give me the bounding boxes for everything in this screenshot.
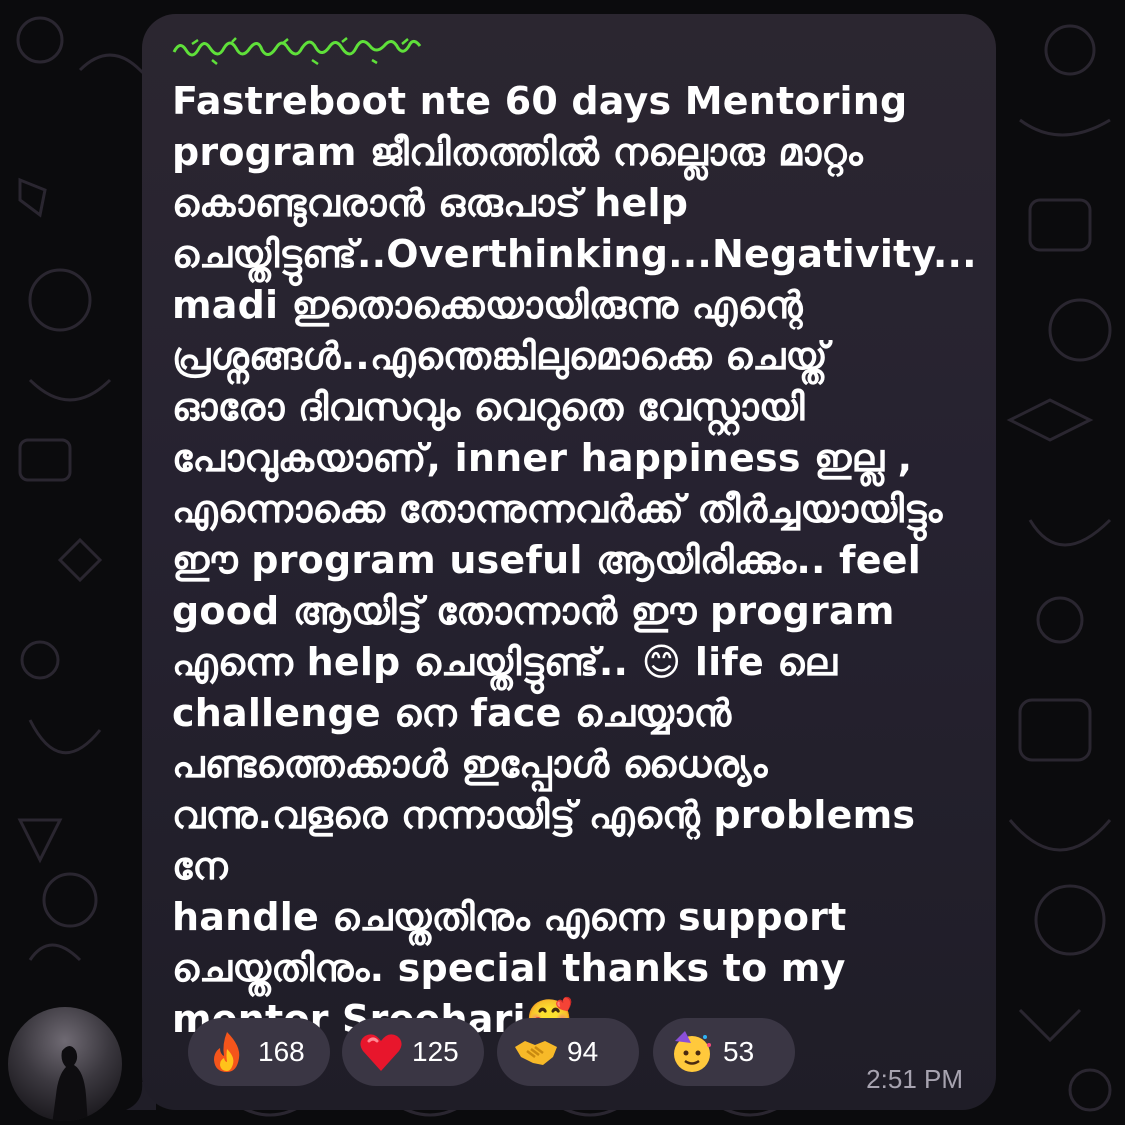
reaction-party-face[interactable]: 53 [653,1018,795,1086]
reaction-count: 94 [567,1036,599,1067]
fire-emoji-icon [214,1032,240,1072]
reaction-count: 168 [258,1036,305,1067]
handshake-emoji-icon [515,1041,557,1065]
decorative-name-glyphs [172,37,422,66]
reaction-handshake[interactable]: 94 [497,1018,639,1086]
reaction-count: 53 [723,1036,755,1067]
reaction-count: 125 [412,1036,459,1067]
heart-emoji-icon [360,1034,402,1071]
message-timestamp: 2:51 PM [866,1064,963,1094]
party-face-emoji-icon [674,1031,711,1072]
message-text: Fastreboot nte 60 days Mentoring program… [172,79,977,1041]
person-silhouette-icon [52,1046,88,1121]
reaction-fire[interactable]: 168 [188,1018,330,1086]
sender-name[interactable] [172,36,442,66]
sender-avatar[interactable] [8,1007,122,1121]
reaction-heart[interactable]: 125 [342,1018,484,1086]
